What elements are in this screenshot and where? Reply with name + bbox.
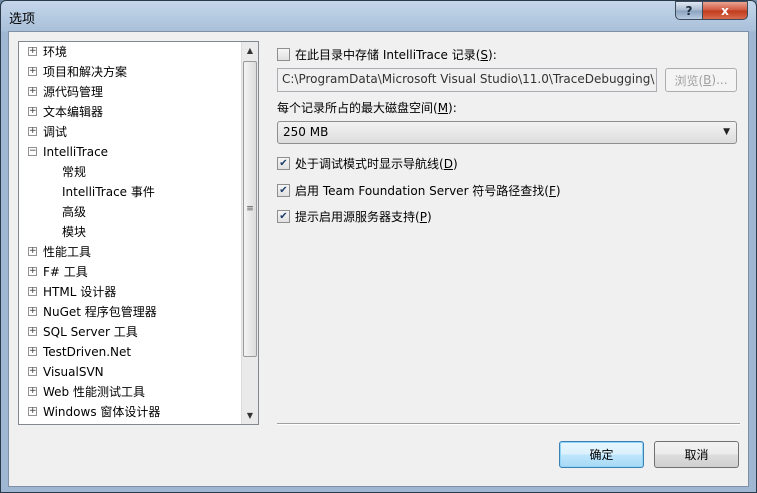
options-tree[interactable]: + 环境 + 项目和解决方案 + 源代码管理 + 文本编辑器 + 调试 − IntelliTrace 常…: [18, 41, 259, 425]
show-nav-checkbox[interactable]: ✔: [277, 156, 290, 170]
tree-item-label: Web 性能测试工具: [43, 385, 145, 399]
tree-item-label: TestDriven.Net: [43, 345, 132, 359]
max-disk-value: 250 MB: [283, 125, 329, 139]
tree-item-label: 模块: [62, 225, 87, 239]
expand-icon[interactable]: +: [28, 67, 37, 76]
show-nav-checkbox-row[interactable]: ✔ 处于调试模式时显示导航线(D): [277, 154, 458, 172]
dialog-client-area: + 环境 + 项目和解决方案 + 源代码管理 + 文本编辑器 + 调试 − IntelliTrace 常…: [8, 31, 749, 487]
store-in-dir-label: 在此目录中存储 IntelliTrace 记录(S):: [295, 47, 497, 62]
scroll-thumb[interactable]: ≡: [243, 61, 257, 357]
title-bar[interactable]: 选项 ? x: [1, 1, 756, 31]
show-nav-label: 处于调试模式时显示导航线(D): [295, 156, 458, 171]
store-in-dir-checkbox-row[interactable]: 在此目录中存储 IntelliTrace 记录(S):: [277, 45, 497, 63]
tree-item-label: 环境: [43, 45, 68, 59]
window-title: 选项: [9, 12, 36, 27]
max-disk-select[interactable]: 250 MB ▼: [277, 121, 737, 144]
checkmark-icon: ✔: [279, 184, 288, 196]
tfs-symbols-checkbox[interactable]: ✔: [277, 183, 290, 197]
expand-icon[interactable]: +: [28, 387, 37, 396]
trace-path-input[interactable]: C:\ProgramData\Microsoft Visual Studio\1…: [277, 68, 657, 92]
scroll-down-arrow[interactable]: ▼: [242, 407, 258, 424]
expand-icon[interactable]: +: [28, 107, 37, 116]
tfs-symbols-label: 启用 Team Foundation Server 符号路径查找(F): [295, 183, 561, 198]
footer-divider: [277, 423, 740, 425]
expand-icon[interactable]: +: [28, 287, 37, 296]
checkmark-icon: ✔: [279, 157, 288, 169]
tree-item-label: HTML 设计器: [43, 285, 117, 299]
source-server-label: 提示启用源服务器支持(P): [295, 209, 432, 224]
expand-icon[interactable]: +: [28, 307, 37, 316]
tfs-symbols-checkbox-row[interactable]: ✔ 启用 Team Foundation Server 符号路径查找(F): [277, 181, 561, 199]
tree-item-label: 性能工具: [43, 245, 92, 259]
help-button[interactable]: ?: [675, 1, 703, 20]
dropdown-arrow-icon: ▼: [723, 127, 730, 137]
expand-icon[interactable]: +: [28, 327, 37, 336]
source-server-checkbox-row[interactable]: ✔ 提示启用源服务器支持(P): [277, 207, 432, 225]
expand-icon[interactable]: +: [28, 267, 37, 276]
tree-scrollbar[interactable]: ▲ ≡ ▼: [241, 42, 258, 424]
checkmark-icon: ✔: [279, 210, 288, 222]
tree-item-label: Windows 窗体设计器: [43, 405, 161, 419]
expand-icon[interactable]: +: [28, 367, 37, 376]
close-button[interactable]: x: [702, 1, 748, 20]
help-icon: ?: [685, 3, 693, 18]
scroll-grip-icon: ≡: [246, 204, 254, 214]
collapse-icon[interactable]: −: [28, 147, 37, 156]
expand-icon[interactable]: +: [28, 47, 37, 56]
source-server-checkbox[interactable]: ✔: [277, 209, 290, 223]
tree-item-label: 常规: [62, 165, 87, 179]
browse-button[interactable]: 浏览(B)...: [665, 68, 737, 92]
expand-icon[interactable]: +: [28, 247, 37, 256]
trace-path-row: C:\ProgramData\Microsoft Visual Studio\1…: [277, 68, 737, 92]
tree-item-label: 源代码管理: [43, 85, 104, 99]
tree-item-label: SQL Server 工具: [43, 325, 138, 339]
tree-item-label: IntelliTrace: [43, 145, 109, 159]
max-disk-label: 每个记录所占的最大磁盘空间(M):: [277, 101, 457, 115]
ok-button[interactable]: 确定: [559, 441, 644, 468]
tree-item-label: NuGet 程序包管理器: [43, 305, 157, 319]
expand-icon[interactable]: +: [28, 87, 37, 96]
options-dialog: 选项 ? x + 环境 + 项目和解决方案 + 源代码管理 + 文本编辑器 + 调试 − Intell…: [0, 0, 757, 493]
expand-icon[interactable]: +: [28, 127, 37, 136]
settings-panel: 在此目录中存储 IntelliTrace 记录(S): C:\ProgramDa…: [277, 32, 747, 488]
close-icon: x: [721, 3, 729, 18]
expand-icon[interactable]: +: [28, 347, 37, 356]
tree-item-label: 项目和解决方案: [43, 65, 128, 79]
tree-item-label: VisualSVN: [43, 365, 104, 379]
tree-item-label: F# 工具: [43, 265, 88, 279]
tree-item-label: 文本编辑器: [43, 105, 104, 119]
tree-item-label: 高级: [62, 205, 87, 219]
tree-item-label: IntelliTrace 事件: [62, 185, 155, 199]
tree-item-label: 调试: [43, 125, 68, 139]
cancel-button[interactable]: 取消: [654, 441, 739, 468]
expand-icon[interactable]: +: [28, 407, 37, 416]
store-in-dir-checkbox[interactable]: [277, 47, 290, 61]
scroll-up-arrow[interactable]: ▲: [242, 42, 258, 59]
